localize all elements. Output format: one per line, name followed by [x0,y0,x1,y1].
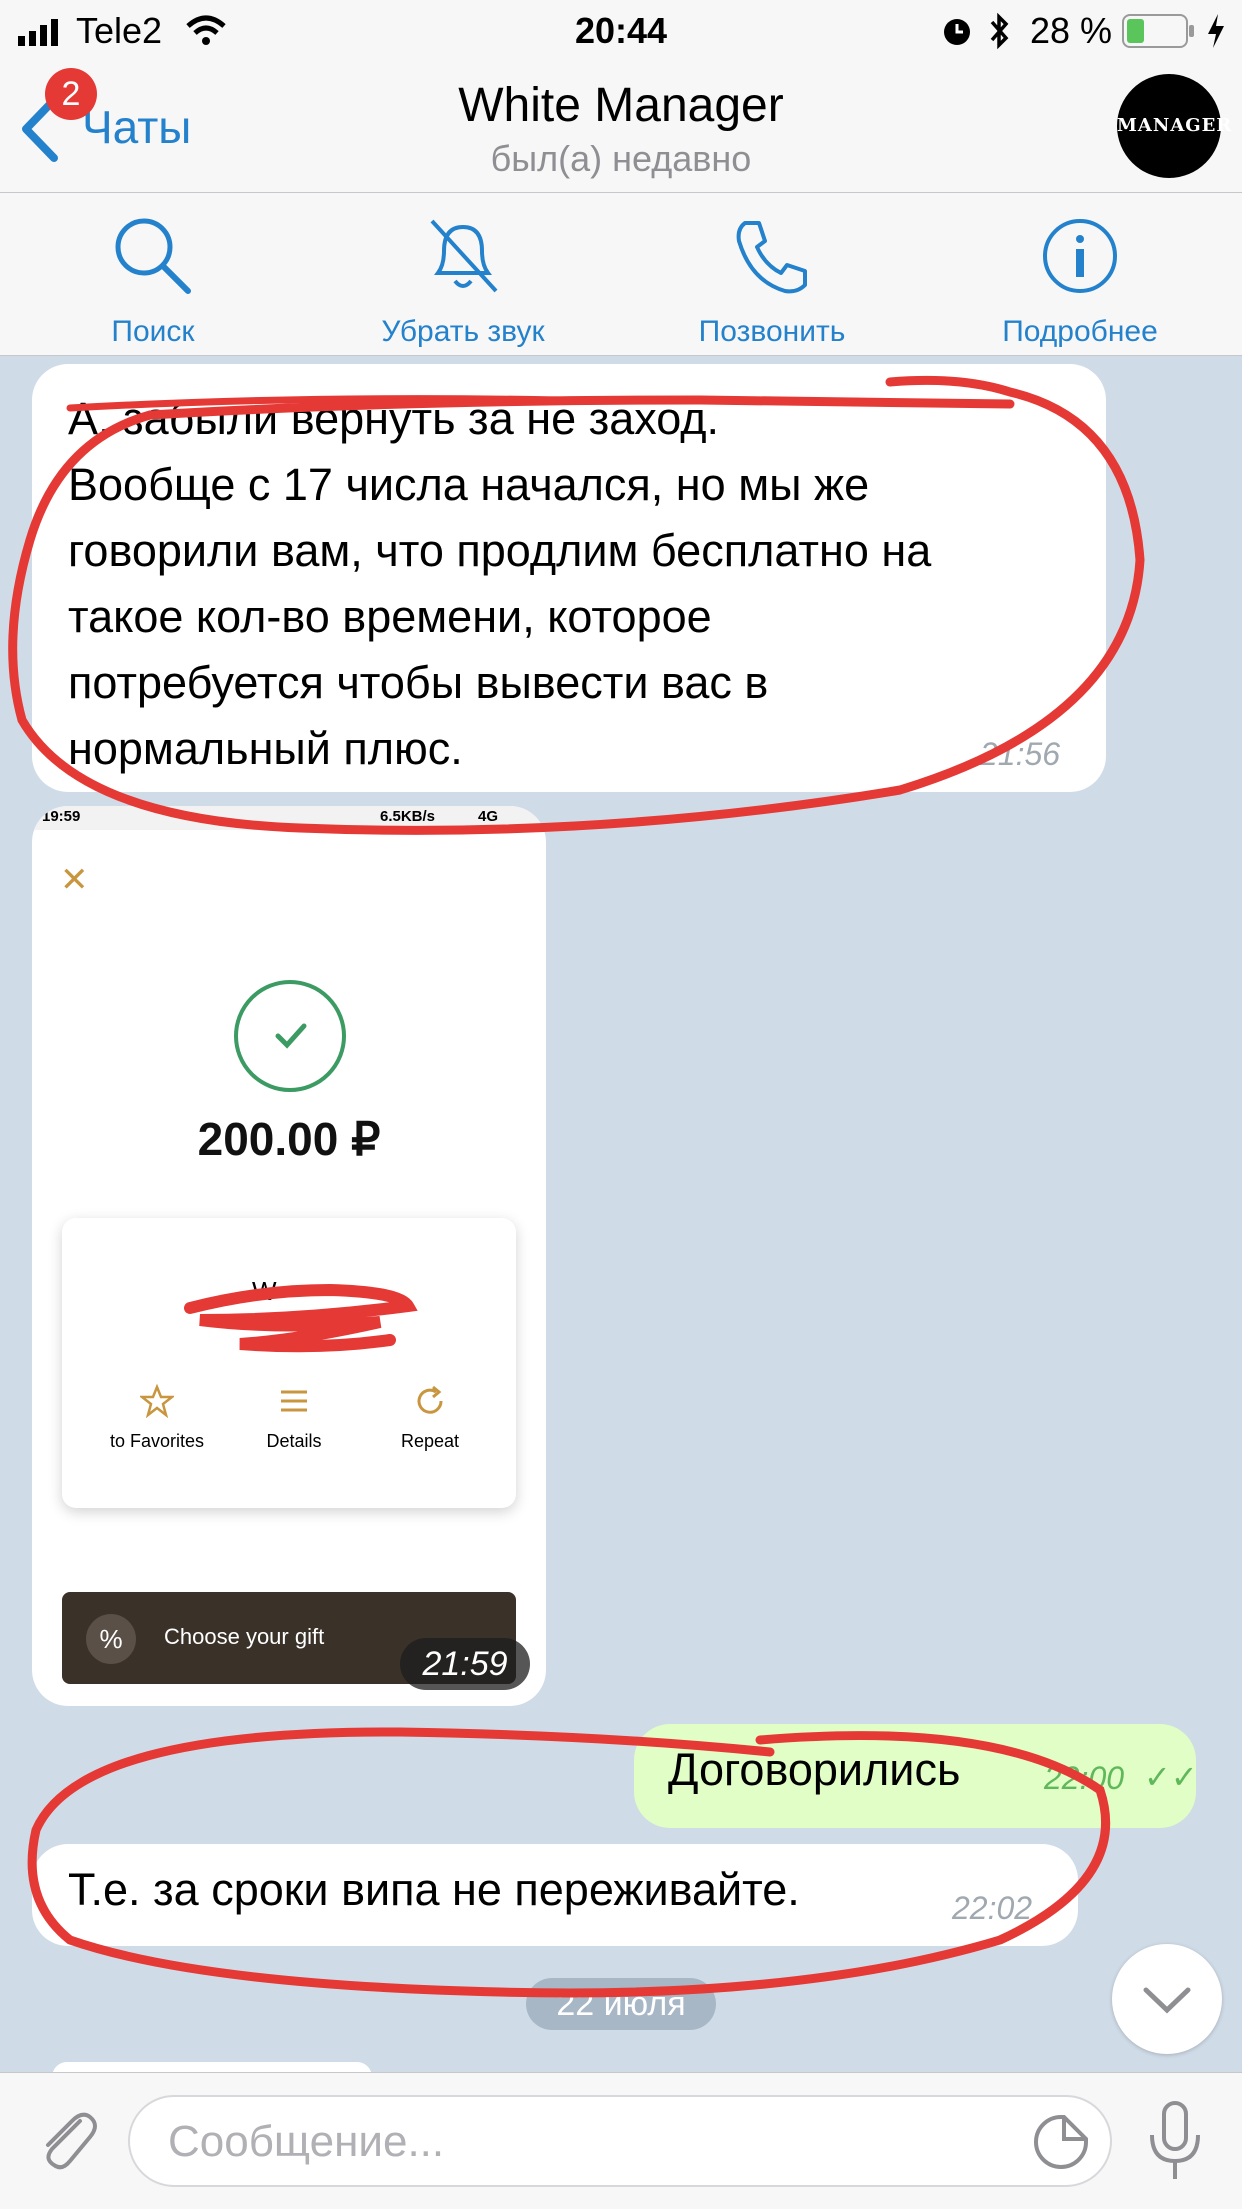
photo-status-time: 19:59 [42,808,81,825]
mute-label: Убрать звук [381,315,545,348]
photo-status-speed: 6.5KB/s [380,808,436,825]
message-time: 22:00 [1044,1760,1125,1796]
message-line: А, забыли вернуть за не заход. [68,393,720,444]
message-bubble-incoming[interactable]: А, забыли вернуть за не заход. Вообще с … [32,364,1106,792]
success-check-icon [232,978,348,1099]
message-text: Т.е. за сроки випа не переживайте. [68,1864,800,1915]
attach-button[interactable] [30,2103,104,2182]
input-bar: Сообщение... [0,2072,1242,2209]
message-line: Вообще с 17 числа начался, но мы же [68,459,870,510]
photo-message[interactable]: 19:59 6.5KB/s 4G ✕ 200.00 ₽ W 4100 .... … [32,806,546,1706]
search-label: Поиск [111,315,195,348]
battery-icon [1122,14,1198,53]
call-label: Позвонить [698,315,846,348]
search-button[interactable]: Поиск [43,211,263,349]
phone-icon [736,221,807,294]
call-button[interactable]: Позвонить [662,211,882,349]
info-label: Подробнее [1002,315,1158,348]
details-action: Details [244,1384,344,1452]
battery-percent: 28 % [1030,10,1113,51]
double-check-icon: ✓✓ [1144,1759,1198,1795]
favorites-label: to Favorites [109,1431,205,1451]
message-time: 22:02 [952,1890,1033,1926]
star-icon [138,1383,176,1419]
photo-time: 21:59 [400,1638,530,1690]
list-icon [281,1390,307,1412]
voice-button[interactable] [1140,2097,1210,2190]
details-label: Details [266,1431,322,1451]
paperclip-icon [46,2112,97,2170]
message-line: нормальный плюс. [68,723,463,774]
message-text: Договорились [668,1744,961,1795]
message-line: говорили вам, что продлим бесплатно на [68,525,932,576]
favorites-action: to Favorites [102,1383,212,1452]
avatar[interactable]: MANAGER [1117,74,1231,178]
sticker-icon [1034,2115,1088,2169]
charging-icon [1204,12,1228,55]
repeat-icon [417,1385,443,1414]
gift-label: Choose your gift [164,1624,325,1649]
chat-header: Чаты 2 White Manager был(а) недавно MANA… [0,62,1242,193]
photo-network: 4G [478,808,499,825]
chat-title[interactable]: White Manager [0,78,1242,133]
percent-icon: % [86,1614,136,1664]
card-name: W [252,1276,277,1306]
message-line: потребуется чтобы вывести вас в [68,657,769,708]
message-input[interactable]: Сообщение... [128,2095,1112,2187]
payment-card: W 4100 .... 2 to Favorites Details Repea… [62,1218,516,1508]
payment-amount: 200.00 ₽ [197,1113,381,1165]
info-button[interactable]: Подробнее [970,211,1190,349]
status-bar: Tele2 20:44 28 % [0,0,1242,62]
microphone-icon [1150,2101,1200,2179]
info-icon [1043,219,1117,293]
message-text: А, забыли вернуть за не заход. Вообще с … [68,386,931,782]
close-icon: ✕ [60,861,89,899]
mute-button[interactable]: Убрать звук [353,211,573,349]
message-bubble-outgoing[interactable]: Договорились 22:00 ✓✓ [634,1724,1198,1828]
chevron-down-icon [1143,1987,1191,2014]
repeat-action: Repeat [380,1384,480,1452]
message-placeholder: Сообщение... [168,2117,445,2166]
scroll-down-button[interactable] [1112,1944,1222,2054]
message-bubble-incoming[interactable]: Т.е. за сроки випа не переживайте. 22:02 [32,1844,1078,1946]
message-time: 21:56 [980,736,1061,772]
profile-actions-bar: Поиск Убрать звук Позвонить Подробнее [0,193,1242,356]
last-seen-status: был(а) недавно [490,138,752,179]
repeat-label: Repeat [400,1431,460,1451]
message-line: такое кол-во времени, которое [68,591,712,642]
card-number: 4100 .... 2 [252,1312,333,1332]
bluetooth-icon [986,12,1012,55]
date-separator: 22 июля [526,1978,716,2030]
search-icon [115,218,191,294]
mute-bell-icon [430,219,498,293]
alarm-icon [940,14,974,53]
sticker-button[interactable] [1030,2111,1092,2178]
photo-status-bar: 19:59 6.5KB/s 4G [32,806,546,830]
